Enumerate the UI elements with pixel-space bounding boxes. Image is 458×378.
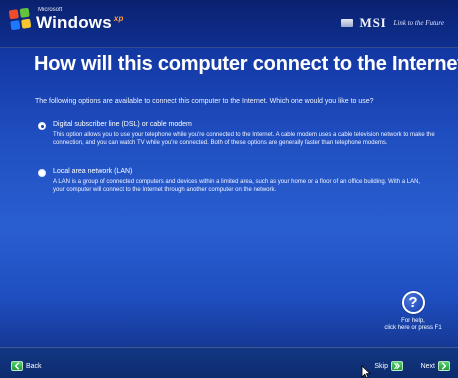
lan-option-description: A LAN is a group of connected computers … [53,179,421,194]
windows-wordmark: Windows xp [36,14,124,31]
dsl-cable-option-label: Digital subscriber line (DSL) or cable m… [53,121,192,128]
xp-label: xp [113,14,124,23]
back-button[interactable]: Back [11,361,42,371]
windows-flag-icon [8,7,32,31]
oem-brand: MSI [359,15,387,30]
dsl-cable-option[interactable]: Digital subscriber line (DSL) or cable m… [38,121,448,147]
back-arrow-icon [11,361,23,371]
oem-tagline: Link to the Future [393,19,444,27]
back-label: Back [26,362,42,370]
intro-text: The following options are available to c… [35,98,374,105]
help-line-1: For help, [401,318,425,324]
radio-unselected-icon[interactable] [38,169,46,177]
next-button[interactable]: Next [421,361,450,371]
windows-logo-text: Microsoft Windows xp [36,7,124,31]
top-header-band: Microsoft Windows xp MSI Link to the Fut… [0,0,458,48]
radio-selected-dot [40,124,44,128]
next-label: Next [420,362,435,370]
lan-option[interactable]: Local area network (LAN) A LAN is a grou… [38,168,430,194]
bottom-navigation-band: Back Skip Next [0,347,458,378]
skip-button[interactable]: Skip [374,361,403,371]
help-line-2: click here or press F1 [384,324,442,331]
microsoft-label: Microsoft [38,7,63,13]
oem-branding: MSI Link to the Future [340,15,444,31]
page-title: How will this computer connect to the In… [34,53,458,75]
help-icon[interactable]: ? [401,291,425,314]
help-area[interactable]: ? For help, click here or press F1 [376,291,450,332]
windows-xp-oobe-screen: Microsoft Windows xp MSI Link to the Fut… [0,0,458,378]
next-arrow-icon [438,361,450,371]
skip-arrow-icon [391,361,403,371]
windows-label: Windows [36,13,112,32]
skip-label: Skip [374,362,388,370]
lan-option-label: Local area network (LAN) [53,168,133,175]
radio-selected-icon[interactable] [38,122,46,130]
dsl-cable-option-description: This option allows you to use your telep… [53,132,435,147]
mouse-pointer-icon [361,365,371,378]
lan-option-text: Local area network (LAN) A LAN is a grou… [53,168,430,194]
windows-logo: Microsoft Windows xp [8,7,124,31]
oem-logo-mark-icon [340,19,353,27]
dsl-cable-option-text: Digital subscriber line (DSL) or cable m… [53,121,448,147]
